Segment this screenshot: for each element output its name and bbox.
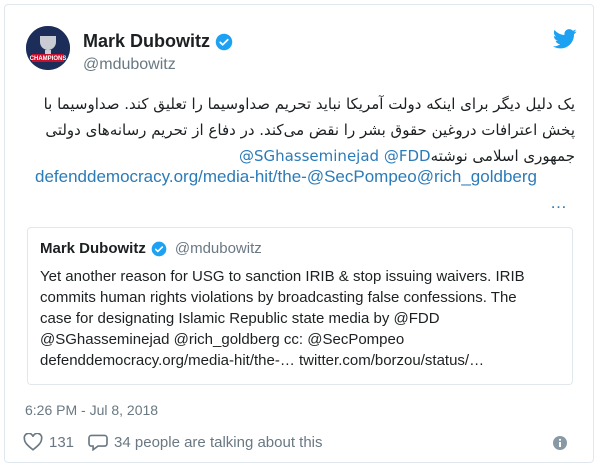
quoted-tweet[interactable]: Mark Dubowitz @mdubowitz Yet another rea… — [27, 227, 573, 385]
heart-icon[interactable] — [23, 433, 43, 451]
quote-header: Mark Dubowitz @mdubowitz — [40, 240, 262, 257]
avatar-text: CHAMPIONS — [30, 56, 67, 62]
talking-about-text[interactable]: 34 people are talking about this — [114, 434, 322, 451]
quote-line-1: Yet another reason for USG to sanction I… — [40, 268, 525, 285]
quote-verified-icon — [151, 241, 167, 256]
tweet-card: CHAMPIONS Mark Dubowitz @mdubowitz یک دل… — [4, 4, 594, 463]
info-icon[interactable] — [553, 436, 567, 450]
quote-author-handle[interactable]: @mdubowitz — [175, 240, 262, 257]
twitter-bird-icon[interactable] — [553, 29, 577, 49]
tweet-text-line-3-text: جمهوری اسلامی نوشته — [430, 147, 575, 165]
quote-line-3: case for designating Islamic Republic st… — [40, 310, 440, 327]
quote-line-2: commits human rights violations by broad… — [40, 289, 517, 306]
tweet-link[interactable]: defenddemocracy.org/media-hit/the-@SecPo… — [35, 167, 537, 187]
tweet-text-line-1: یک دلیل دیگر برای اینکه دولت آمریکا نبای… — [43, 95, 575, 113]
author-name-text[interactable]: Mark Dubowitz — [83, 31, 210, 52]
mention-sghasseminejad[interactable]: @SGhasseminejad — [239, 147, 379, 165]
comment-icon[interactable] — [88, 433, 108, 451]
verified-icon — [215, 33, 233, 50]
author-handle[interactable]: @mdubowitz — [83, 56, 176, 74]
mention-fdd[interactable]: @FDD — [384, 147, 431, 165]
like-count[interactable]: 131 — [49, 434, 74, 451]
quote-line-5: defenddemocracy.org/media-hit/the-… twit… — [40, 352, 485, 369]
quote-body: Yet another reason for USG to sanction I… — [40, 266, 562, 371]
tweet-text-line-3: جمهوری اسلامی نوشته@FDD @SGhasseminejad — [27, 143, 575, 169]
tweet-text-line-2: پخش اعترافات دروغین حقوق بشر را نقض می‌ک… — [45, 121, 575, 139]
tweet-text: یک دلیل دیگر برای اینکه دولت آمریکا نبای… — [27, 91, 575, 169]
avatar[interactable]: CHAMPIONS — [26, 26, 70, 70]
tweet-actions: 131 34 people are talking about this — [23, 433, 323, 451]
quote-author-name[interactable]: Mark Dubowitz — [40, 240, 146, 257]
author-name[interactable]: Mark Dubowitz — [83, 31, 233, 52]
avatar-image: CHAMPIONS — [26, 26, 70, 70]
quote-line-4: @SGhasseminejad @rich_goldberg cc: @SecP… — [40, 331, 405, 348]
tweet-timestamp[interactable]: 6:26 PM - Jul 8, 2018 — [25, 402, 158, 418]
tweet-ellipsis[interactable]: … — [550, 193, 567, 213]
